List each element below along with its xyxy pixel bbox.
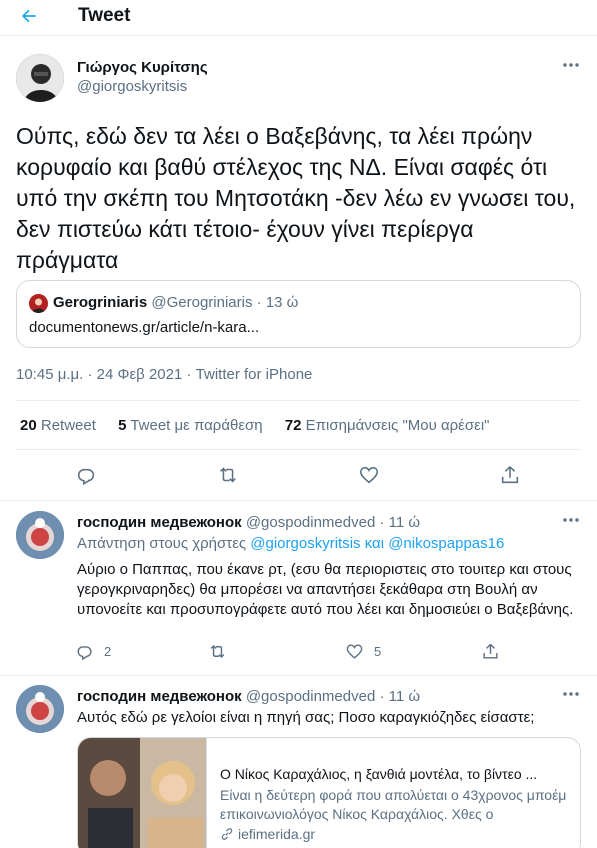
quote-avatar (29, 294, 48, 313)
more-icon (563, 692, 579, 696)
back-button[interactable] (14, 2, 44, 30)
reply-time[interactable]: · 11 ώ (379, 688, 420, 705)
link-title: Ο Νίκος Καραχάλιος, η ξανθιά μοντέλα, το… (220, 766, 538, 782)
quote-author-handle: @Gerogriniaris (151, 294, 253, 311)
replying-to: Απάντηση στους χρήστες @giorgoskyritsis … (77, 535, 505, 552)
reply-retweet-button[interactable] (207, 642, 228, 661)
link-domain: iefimerida.gr (220, 826, 315, 842)
author-avatar[interactable] (16, 54, 64, 102)
reply-time[interactable]: · 11 ώ (379, 514, 420, 531)
quotes-stat[interactable]: 5 Tweet με παράθεση (118, 417, 263, 434)
arrow-left-icon (22, 9, 36, 23)
reply-header: господин медвежонок @gospodinmedved · 11… (77, 688, 420, 705)
retweet-icon (210, 644, 225, 659)
tweet-stats: 20 Retweet 5 Tweet με παράθεση 72 Επισημ… (20, 417, 489, 434)
share-button[interactable] (497, 462, 523, 488)
reply-author-handle[interactable]: @gospodinmedved (246, 688, 375, 705)
reply-author-handle[interactable]: @gospodinmedved (246, 514, 375, 531)
author-avatar-image (16, 54, 64, 102)
quote-time: · 13 ώ (256, 294, 299, 311)
tweet-timestamp[interactable]: 10:45 μ.μ. · 24 Φεβ 2021 · Twitter for i… (16, 366, 312, 383)
reply-author-name[interactable]: господин медвежонок (77, 688, 242, 705)
more-icon (563, 63, 579, 67)
reply-icon (77, 468, 95, 486)
reply-author-name[interactable]: господин медвежонок (77, 514, 242, 531)
like-count: 5 (374, 644, 382, 659)
divider (16, 400, 581, 401)
share-icon (483, 643, 498, 659)
more-options-button[interactable] (559, 58, 583, 78)
like-button[interactable] (356, 462, 382, 488)
retweet-button[interactable] (215, 462, 241, 488)
author-handle[interactable]: @giorgoskyritsis (77, 78, 187, 95)
quote-header: Gerogriniaris @Gerogriniaris · 13 ώ (53, 294, 298, 311)
divider (16, 449, 581, 450)
link-icon (221, 828, 233, 840)
link-thumbnail (78, 738, 207, 848)
reply-text: Αυτός εδώ ρε γελοίοι είναι η πηγή σας; Π… (77, 709, 535, 726)
reply-avatar[interactable] (16, 511, 64, 559)
reply-text: Αύριο ο Παππας, που έκανε ρτ, (εσυ θα πε… (77, 561, 574, 618)
link-description: Είναι η δεύτερη φορά που απολύεται ο 43χ… (220, 787, 567, 822)
divider (0, 675, 597, 676)
retweets-stat[interactable]: 20 Retweet (20, 417, 96, 434)
page-title: Tweet (78, 5, 131, 26)
reply-like-button[interactable]: 5 (345, 642, 381, 661)
more-icon (563, 518, 579, 522)
more-options-button[interactable] (559, 513, 583, 533)
likes-stat[interactable]: 72 Επισημάνσεις "Μου αρέσει" (285, 417, 490, 434)
quote-author-name: Gerogriniaris (53, 294, 148, 311)
top-bar: Tweet (0, 0, 597, 36)
author-name[interactable]: Γιώργος Κυρίτσης (77, 59, 208, 76)
share-icon (501, 466, 519, 484)
reply-header: господин медвежонок @gospodinmedved · 11… (77, 514, 420, 531)
retweet-icon (220, 467, 236, 483)
replying-to-users-link[interactable]: @giorgoskyritsis και @nikospappas16 (250, 535, 504, 552)
reply-count: 2 (104, 644, 112, 659)
divider (0, 500, 597, 501)
quote-text: documentonews.gr/article/n-kara... (29, 319, 260, 336)
heart-icon (346, 644, 363, 659)
heart-icon (359, 466, 379, 484)
reply-button[interactable] (73, 462, 99, 488)
reply-share-button[interactable] (481, 642, 500, 661)
link-preview-card[interactable]: Ο Νίκος Καραχάλιος, η ξανθιά μοντέλα, το… (77, 737, 581, 848)
reply-icon (77, 646, 92, 661)
reply-reply-button[interactable]: 2 (75, 642, 111, 661)
quoted-tweet-card[interactable]: Gerogriniaris @Gerogriniaris · 13 ώ docu… (16, 280, 581, 348)
more-options-button[interactable] (559, 687, 583, 707)
reply-avatar[interactable] (16, 685, 64, 733)
tweet-text: Ούπς, εδώ δεν τα λέει ο Βαξεβάνης, τα λέ… (16, 123, 576, 273)
